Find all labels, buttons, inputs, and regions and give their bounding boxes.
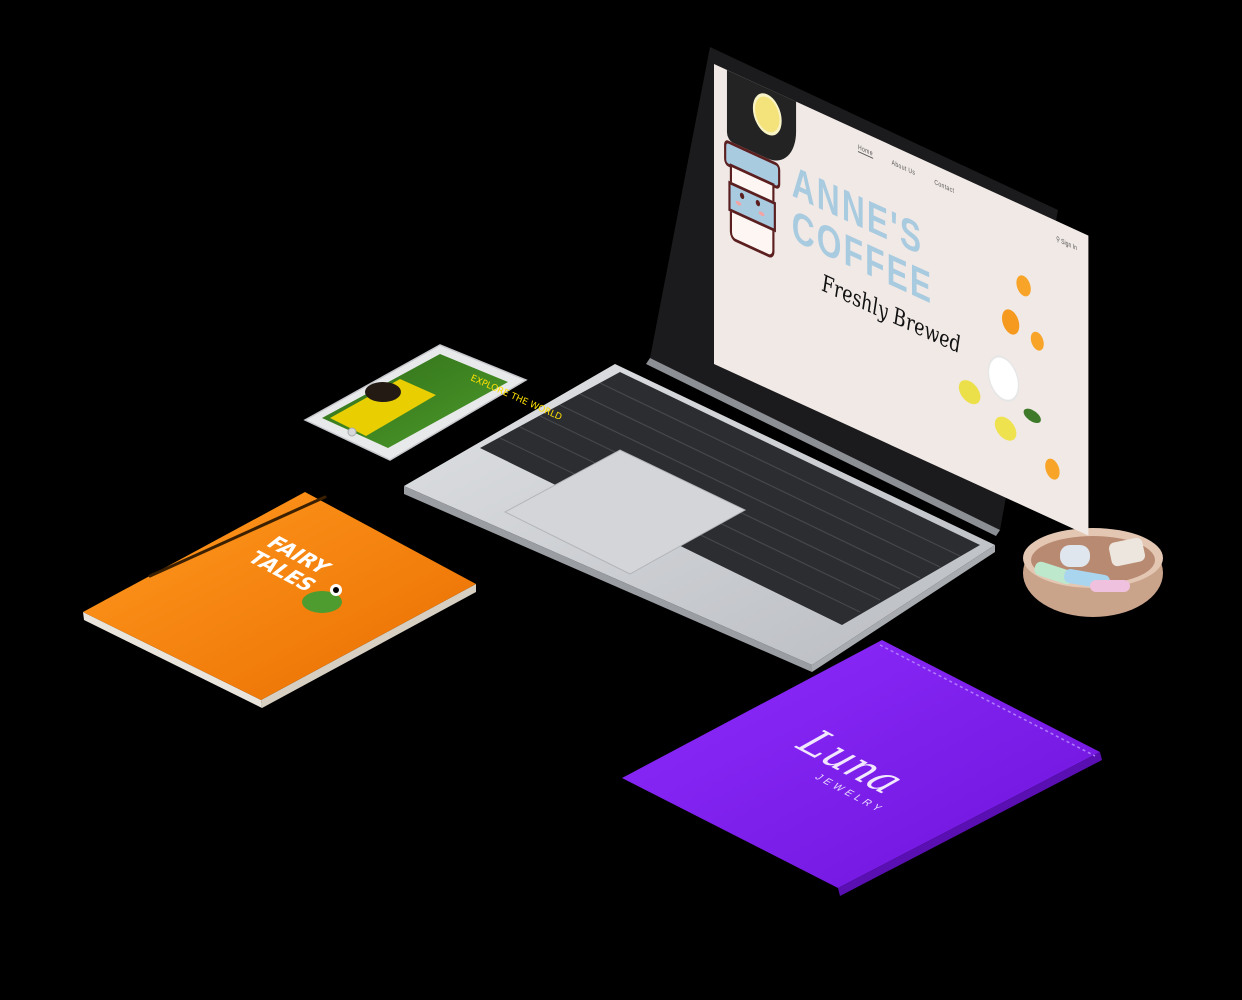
leaf-illustration — [1023, 405, 1041, 426]
notebook: FAIRY TALES — [83, 492, 476, 708]
nav-about[interactable]: About Us — [892, 159, 916, 177]
orange-illustration — [1016, 272, 1031, 300]
soap-bar-pink — [1090, 580, 1130, 592]
orange-illustration — [1030, 329, 1044, 354]
lemon-illustration — [994, 412, 1017, 445]
orange-illustration — [1002, 306, 1020, 338]
phone-photo-hair — [365, 382, 401, 402]
soap-bar-white — [1060, 545, 1090, 567]
pouch: Luna JEWELRY — [622, 640, 1102, 896]
signin-link[interactable]: ⚲ Sign In — [1056, 235, 1077, 253]
nav-contact[interactable]: Contact — [934, 179, 954, 195]
notebook-cover[interactable] — [83, 492, 476, 700]
frog-pupil — [333, 587, 339, 593]
bowl — [1023, 528, 1163, 617]
nav-home[interactable]: Home — [858, 144, 873, 159]
lemon-illustration — [958, 376, 981, 409]
search-icon: ⚲ — [1056, 235, 1060, 245]
yogurt-bowl-illustration — [987, 349, 1020, 408]
phone-home-button[interactable] — [347, 427, 357, 437]
signin-label: Sign In — [1061, 238, 1077, 253]
orange-illustration — [1045, 455, 1060, 483]
